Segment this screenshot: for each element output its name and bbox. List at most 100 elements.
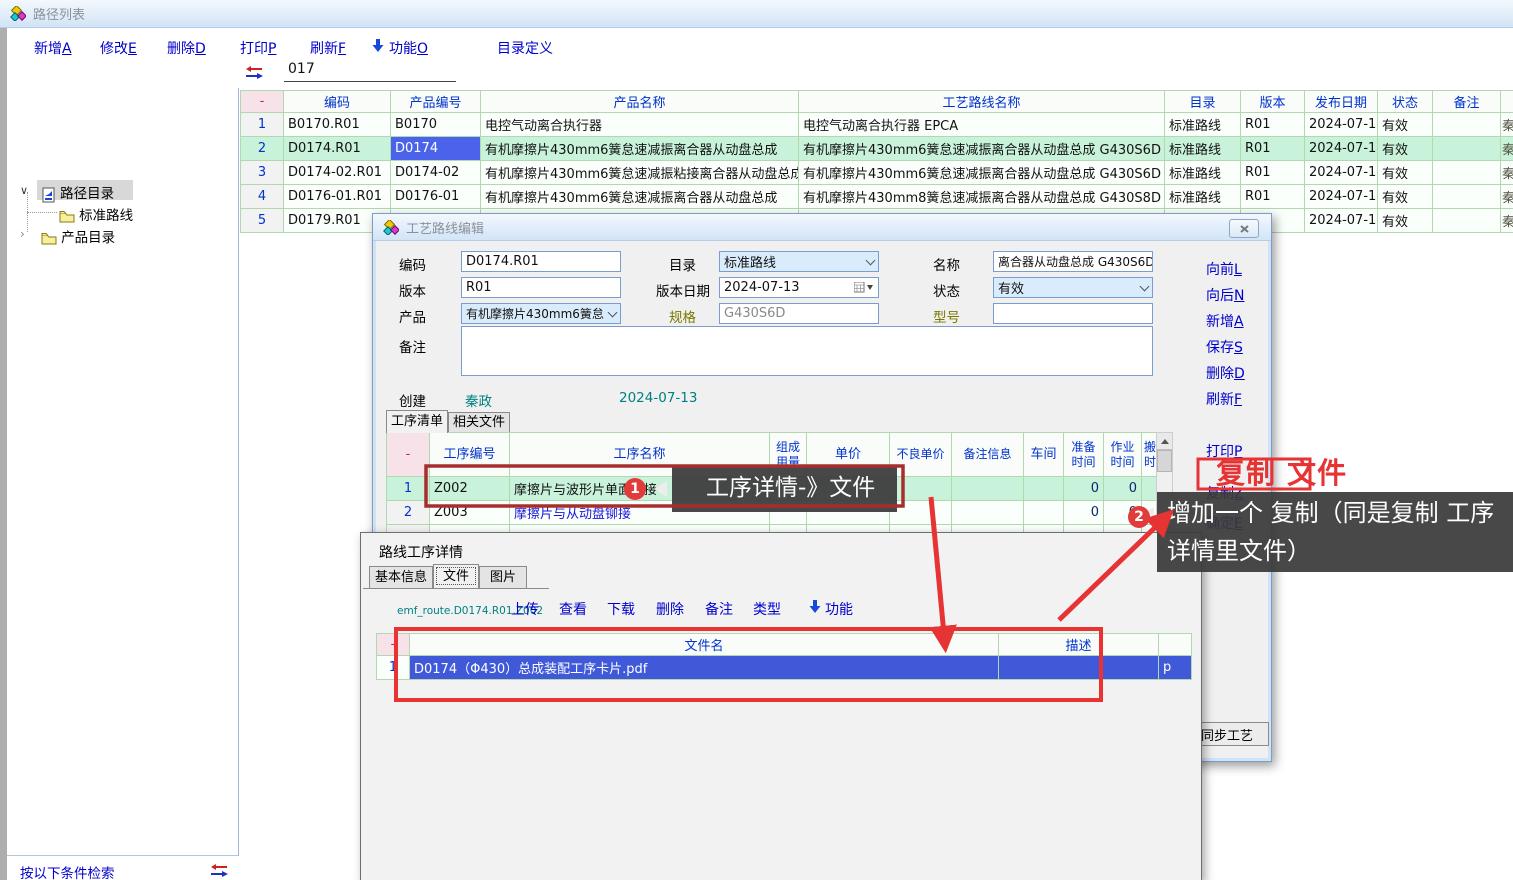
tree-expander-closed[interactable]: ›	[20, 227, 25, 241]
cell-catalog[interactable]: 标准路线	[1165, 113, 1241, 137]
cell-product-name[interactable]: 有机摩擦片430mm6簧怠速减振离合器从动盘总成	[481, 185, 799, 209]
cell-code[interactable]: D0174.R01	[284, 137, 391, 161]
cell-version[interactable]: R01	[1241, 185, 1305, 209]
code-field[interactable]: D0174.R01	[461, 251, 621, 272]
prev-button[interactable]: 向前L	[1206, 259, 1242, 279]
cell-remark[interactable]	[1433, 137, 1501, 161]
tree-item-product-catalog[interactable]: 产品目录	[41, 226, 115, 246]
save-button[interactable]: 保存S	[1206, 337, 1243, 357]
row-index[interactable]: 2	[241, 137, 284, 161]
row-index[interactable]: 1	[377, 656, 410, 680]
cell-status[interactable]: 有效	[1378, 185, 1433, 209]
cell[interactable]	[890, 501, 952, 525]
close-button[interactable]	[1229, 219, 1259, 238]
row-index[interactable]: 4	[241, 185, 284, 209]
catalog-select[interactable]: 标准路线	[719, 251, 879, 272]
cell-product-name[interactable]: 电控气动离合执行器	[481, 113, 799, 137]
cell-publish-date[interactable]: 2024-07-13	[1305, 161, 1378, 185]
delete-link[interactable]: 删除	[656, 599, 684, 619]
menu-delete[interactable]: 删除D	[167, 38, 206, 58]
row-index[interactable]: 2	[387, 501, 430, 525]
scroll-up-button[interactable]	[1157, 433, 1172, 450]
spec-field[interactable]: G430S6D	[719, 303, 879, 324]
cell-product-no[interactable]: B0170	[391, 113, 481, 137]
cell-version[interactable]: R01	[1241, 137, 1305, 161]
swap-icon[interactable]	[246, 66, 263, 79]
cell[interactable]	[1024, 477, 1064, 501]
filter-input[interactable]: 017	[284, 61, 456, 82]
cell-status[interactable]: 有效	[1378, 113, 1433, 137]
table-row[interactable]: 4 D0176-01.R01 D0176-01 有机摩擦片430mm6簧怠速减振…	[241, 185, 1513, 209]
upload-link[interactable]: 上传	[511, 599, 539, 619]
add-button[interactable]: 新增A	[1206, 311, 1244, 331]
download-link[interactable]: 下载	[607, 599, 635, 619]
table-row[interactable]: 1 B0170.R01 B0170 电控气动离合执行器 电控气动离合执行器 EP…	[241, 113, 1513, 137]
menu-print[interactable]: 打印P	[240, 38, 276, 58]
row-index[interactable]: 5	[241, 209, 284, 233]
cell-remark[interactable]	[1433, 185, 1501, 209]
tree-item-route-catalog[interactable]: 路径目录	[41, 182, 114, 203]
cell-product-no[interactable]: D0176-01	[391, 185, 481, 209]
cell-remark[interactable]	[1433, 209, 1501, 233]
cell-catalog[interactable]: 标准路线	[1165, 137, 1241, 161]
view-link[interactable]: 查看	[559, 599, 587, 619]
version-date-picker[interactable]: 2024-07-13	[719, 277, 879, 298]
tab-related-files[interactable]: 相关文件	[448, 412, 510, 433]
cell-route-name[interactable]: 有机摩擦片430mm8簧怠速减振离合器从动盘总成 G430S8D	[799, 185, 1165, 209]
menu-add[interactable]: 新增A	[34, 38, 72, 58]
cell[interactable]	[1024, 501, 1064, 525]
cell-work-time[interactable]: 0	[1104, 477, 1142, 501]
cell-route-name[interactable]: 电控气动离合执行器 EPCA	[799, 113, 1165, 137]
next-button[interactable]: 向后N	[1206, 285, 1244, 305]
row-index[interactable]: 3	[241, 161, 284, 185]
scrollbar-thumb[interactable]	[1157, 450, 1172, 472]
cell-publish-date[interactable]: 2024-07-13	[1305, 209, 1378, 233]
version-field[interactable]: R01	[461, 277, 621, 298]
cell-version[interactable]: R01	[1241, 113, 1305, 137]
name-field[interactable]: 离合器从动盘总成 G430S6D	[993, 251, 1153, 272]
cell-version[interactable]: R01	[1241, 161, 1305, 185]
row-index[interactable]: 1	[387, 477, 430, 501]
tree-item-standard-route[interactable]: 标准路线	[59, 204, 133, 224]
cell-filename[interactable]: D0174（Φ430）总成装配工序卡片.pdf	[410, 656, 999, 680]
menu-catalog-define[interactable]: 目录定义	[497, 38, 553, 58]
tab-files[interactable]: 文件	[433, 564, 479, 588]
cell-description[interactable]	[999, 656, 1159, 680]
cell-remark[interactable]	[1433, 161, 1501, 185]
tab-basic-info[interactable]: 基本信息	[369, 566, 433, 588]
cell[interactable]	[952, 477, 1024, 501]
cell-status[interactable]: 有效	[1378, 209, 1433, 233]
menu-refresh[interactable]: 刷新F	[310, 38, 346, 58]
cell[interactable]	[890, 477, 952, 501]
file-row-selected[interactable]: 1 D0174（Φ430）总成装配工序卡片.pdf p	[377, 656, 1192, 680]
product-select[interactable]: 有机摩擦片430mm6簧怠	[461, 303, 621, 324]
function-link[interactable]: 功能	[825, 599, 853, 619]
type-link[interactable]: 类型	[753, 599, 781, 619]
cell-prep-time[interactable]: 0	[1064, 477, 1104, 501]
cell-route-name[interactable]: 有机摩擦片430mm6簧怠速减振离合器从动盘总成 G430S6D	[799, 137, 1165, 161]
table-row[interactable]: 3 D0174-02.R01 D0174-02 有机摩擦片430mm6簧怠速减振…	[241, 161, 1513, 185]
tab-images[interactable]: 图片	[479, 566, 527, 588]
cell[interactable]	[1142, 477, 1157, 501]
status-select[interactable]: 有效	[993, 277, 1153, 298]
menu-modify[interactable]: 修改E	[100, 38, 137, 58]
cell-product-name[interactable]: 有机摩擦片430mm6簧怠速减振粘接离合器从动盘总成	[481, 161, 799, 185]
remark-link[interactable]: 备注	[705, 599, 733, 619]
cell-publish-date[interactable]: 2024-07-13	[1305, 137, 1378, 161]
cell[interactable]	[952, 501, 1024, 525]
cell-product-name[interactable]: 有机摩擦片430mm6簧怠速减振离合器从动盘总成	[481, 137, 799, 161]
cell-catalog[interactable]: 标准路线	[1165, 185, 1241, 209]
row-index[interactable]: 1	[241, 113, 284, 137]
delete-button[interactable]: 删除D	[1206, 363, 1245, 383]
cell-remark[interactable]	[1433, 113, 1501, 137]
cell-catalog[interactable]: 标准路线	[1165, 161, 1241, 185]
cell-product-no-selected[interactable]: D0174	[391, 137, 481, 161]
cell-route-name[interactable]: 有机摩擦片430mm6簧怠速减振离合器从动盘总成 G430S6D	[799, 161, 1165, 185]
tab-process-list[interactable]: 工序清单	[386, 410, 448, 433]
cell-prep-time[interactable]: 0	[1064, 501, 1104, 525]
refresh-button[interactable]: 刷新F	[1206, 389, 1242, 409]
cell-publish-date[interactable]: 2024-07-13	[1305, 185, 1378, 209]
menu-function[interactable]: 功能O	[389, 38, 428, 58]
cell-status[interactable]: 有效	[1378, 161, 1433, 185]
swap-icon[interactable]	[211, 864, 228, 877]
